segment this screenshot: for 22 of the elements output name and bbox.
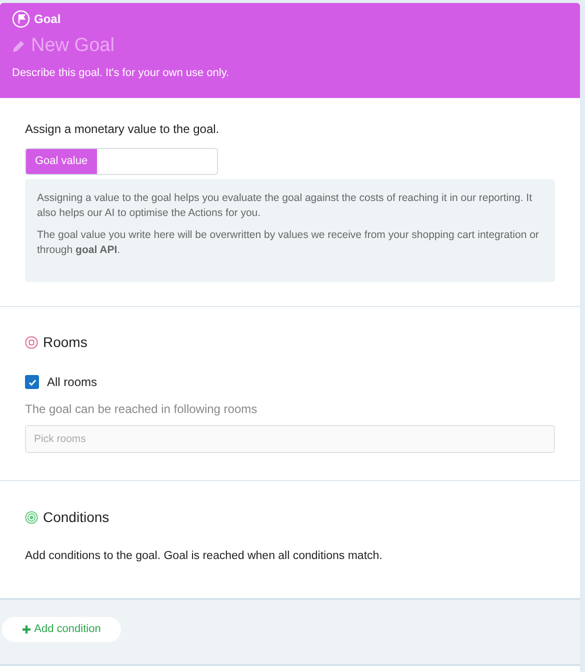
check-icon: [28, 378, 36, 386]
info-text: Assigning a value to the goal helps you evaluate the goal against the costs of reaching it in our reporting. It also helps our AI to optimise the Actions for you.: [37, 191, 533, 221]
goal-title[interactable]: New Goal: [31, 34, 114, 58]
rooms-heading: Rooms: [43, 333, 88, 352]
all-rooms-checkbox[interactable]: [25, 375, 39, 389]
info-text: The goal value you write here will be overwritten by values we receive from your shopping cart integration or through goal API.: [37, 228, 540, 258]
flag-icon: [12, 10, 30, 28]
target-icon: [25, 511, 38, 524]
goal-description: Describe this goal. It's for your own use only.: [12, 66, 230, 81]
field-label: Goal value: [26, 149, 97, 174]
conditions-heading: Conditions: [43, 508, 110, 527]
rooms-hint: The goal can be reached in following rooms: [25, 401, 258, 418]
all-rooms-label: All rooms: [47, 374, 98, 391]
pencil-icon: [12, 39, 26, 53]
goal-value-field[interactable]: Goal value: [25, 148, 218, 175]
room-icon: [25, 336, 38, 349]
section-label: Goal: [34, 11, 61, 28]
rooms-picker[interactable]: Pick rooms: [25, 425, 555, 453]
plus-icon: [22, 624, 32, 634]
add-condition-button[interactable]: Add condition: [2, 616, 121, 642]
conditions-description: Add conditions to the goal. Goal is reached when all conditions match.: [25, 549, 384, 564]
value-prompt: Assign a monetary value to the goal.: [25, 121, 220, 138]
